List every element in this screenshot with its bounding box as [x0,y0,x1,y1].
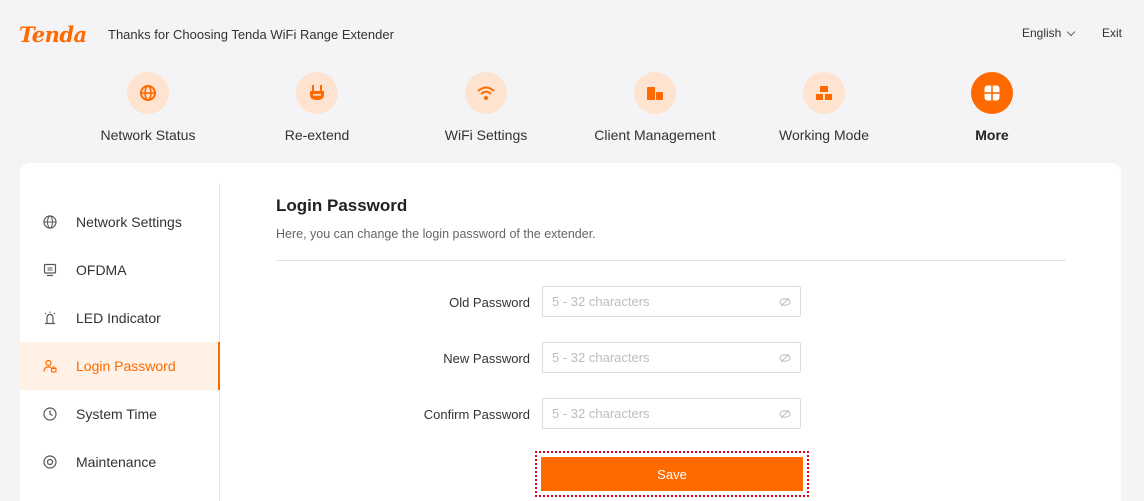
sidebar-item-ofdma[interactable]: OFDMA [20,246,219,294]
maintenance-icon [42,454,58,470]
sidebar-item-label: OFDMA [76,262,127,278]
nav-working-mode[interactable]: Working Mode [744,72,904,143]
nav-network-status[interactable]: Network Status [68,72,228,143]
confirm-password-label: Confirm Password [423,407,530,422]
mode-icon [803,72,845,114]
sidebar-item-network-settings[interactable]: Network Settings [20,198,219,246]
user-lock-icon [42,358,58,374]
old-password-input[interactable] [543,287,770,316]
old-password-label: Old Password [449,295,530,310]
sidebar-item-label: Maintenance [76,454,157,470]
nav-re-extend[interactable]: Re-extend [237,72,397,143]
new-password-label: New Password [443,351,530,366]
extender-plug-icon [296,72,338,114]
exit-link[interactable]: Exit [1102,26,1122,40]
page-title: Login Password [276,196,408,215]
sidebar-item-login-password[interactable]: Login Password [20,342,220,390]
sidebar-item-label: LED Indicator [76,310,161,326]
sidebar-item-maintenance[interactable]: Maintenance [20,438,219,486]
confirm-password-input[interactable] [543,399,770,428]
section-divider [276,260,1066,261]
globe-icon [42,214,58,230]
wifi-icon [465,72,507,114]
page-subtitle: Here, you can change the login password … [276,227,596,241]
confirm-password-field [542,398,801,429]
grid-icon [971,72,1013,114]
eye-off-icon[interactable] [770,408,800,420]
sidebar-item-label: Login Password [76,358,176,374]
old-password-field [542,286,801,317]
globe-icon [127,72,169,114]
eye-off-icon[interactable] [770,352,800,364]
sidebar-item-led-indicator[interactable]: LED Indicator [20,294,219,342]
clock-icon [42,406,58,422]
tenda-logo: Tenda [19,22,87,47]
new-password-input[interactable] [543,343,770,372]
nav-label: More [975,127,1009,143]
chevron-down-icon [1067,27,1076,36]
new-password-field [542,342,801,373]
sidebar-item-label: System Time [76,406,157,422]
nav-label: Client Management [594,127,716,143]
sidebar-item-system-time[interactable]: System Time [20,390,219,438]
nav-label: Re-extend [284,127,350,143]
save-button[interactable]: Save [541,457,803,491]
nav-more[interactable]: More [912,72,1072,143]
settings-panel: Network Settings OFDMA LED Indicator Log… [20,163,1121,501]
devices-icon [634,72,676,114]
nav-label: WiFi Settings [444,127,528,143]
save-highlight-outline: Save [535,451,809,497]
top-bar: Tenda Thanks for Choosing Tenda WiFi Ran… [0,0,1144,64]
language-selector[interactable]: English [1022,26,1076,40]
monitor-icon [42,262,58,278]
sidebar-item-label: Network Settings [76,214,182,230]
language-label: English [1022,26,1062,40]
nav-label: Working Mode [778,127,869,143]
nav-label: Network Status [100,127,196,143]
nav-wifi-settings[interactable]: WiFi Settings [406,72,566,143]
eye-off-icon[interactable] [770,296,800,308]
nav-client-management[interactable]: Client Management [575,72,735,143]
welcome-text: Thanks for Choosing Tenda WiFi Range Ext… [108,27,394,42]
led-icon [42,310,58,326]
